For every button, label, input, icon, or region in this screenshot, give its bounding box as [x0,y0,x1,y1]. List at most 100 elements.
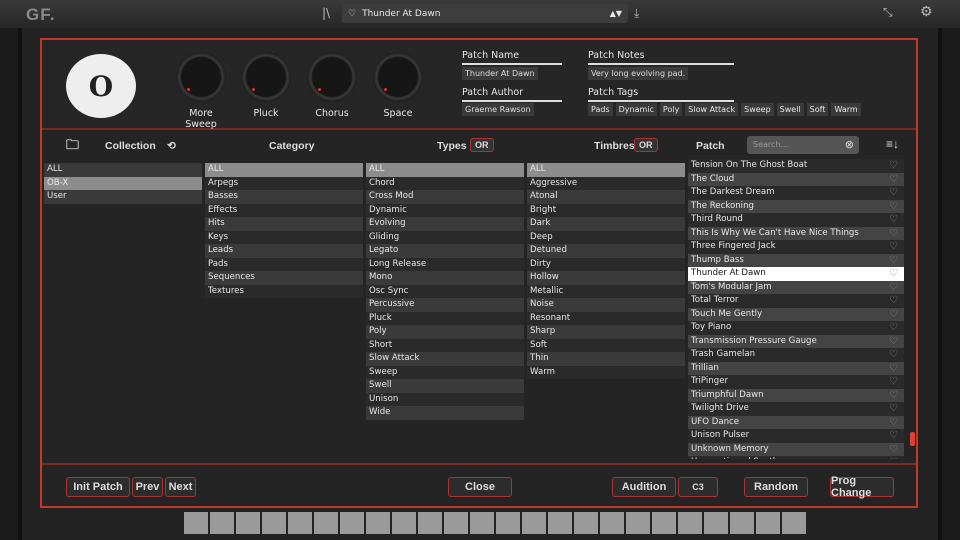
types-item[interactable]: Short [366,338,524,352]
keyboard-key[interactable] [392,512,416,534]
prev-next-arrows-icon[interactable]: ▲▼ [610,9,622,18]
library-icon[interactable]: |\ [322,6,330,20]
timbres-item[interactable]: Resonant [527,311,685,325]
heart-icon[interactable]: ♡ [348,9,356,19]
types-item[interactable]: Gliding [366,230,524,244]
patch-item[interactable]: Toy Piano ♡ [688,321,904,335]
category-item[interactable]: Textures [205,284,363,298]
timbres-item[interactable]: Dark [527,217,685,231]
favorite-heart-icon[interactable]: ♡ [889,402,898,416]
keyboard-key[interactable] [652,512,676,534]
keyboard-key[interactable] [184,512,208,534]
patch-tag[interactable]: Pads [588,103,613,116]
timbres-item[interactable]: Atonal [527,190,685,204]
patch-item[interactable]: Trash Gamelan ♡ [688,348,904,362]
keyboard-key[interactable] [600,512,624,534]
types-item[interactable]: Chord [366,176,524,190]
patch-item[interactable]: Tension On The Ghost Boat ♡ [688,159,904,173]
favorite-heart-icon[interactable]: ♡ [889,254,898,268]
keyboard-key[interactable] [340,512,364,534]
favorite-heart-icon[interactable]: ♡ [889,389,898,403]
category-item[interactable]: ALL [205,163,363,177]
favorite-heart-icon[interactable]: ♡ [889,227,898,241]
knob-more-sweep[interactable]: More Sweep [174,52,228,130]
timbres-item[interactable]: Warm [527,365,685,379]
category-item[interactable]: Basses [205,190,363,204]
keyboard-key[interactable] [444,512,468,534]
gear-icon[interactable]: ⚙ [920,4,933,20]
patch-item[interactable]: The Darkest Dream ♡ [688,186,904,200]
favorite-heart-icon[interactable]: ♡ [889,186,898,200]
timbres-item[interactable]: Detuned [527,244,685,258]
patch-item[interactable]: Total Terror ♡ [688,294,904,308]
favorite-heart-icon[interactable]: ♡ [889,348,898,362]
keyboard-key[interactable] [522,512,546,534]
patch-tag[interactable]: Swell [776,103,804,116]
random-button[interactable]: Random [744,477,808,497]
category-item[interactable]: Arpegs [205,176,363,190]
types-item[interactable]: Dynamic [366,203,524,217]
next-button[interactable]: Next [165,477,196,497]
types-item[interactable]: Cross Mod [366,190,524,204]
category-item[interactable]: Hits [205,217,363,231]
types-item[interactable]: Pluck [366,311,524,325]
category-item[interactable]: Leads [205,244,363,258]
patch-item[interactable]: Trillian ♡ [688,361,904,375]
collection-item[interactable]: ALL [44,163,202,177]
patch-item[interactable]: Thunder At Dawn ♡ [688,267,904,281]
patch-item[interactable]: The Cloud ♡ [688,172,904,186]
favorite-heart-icon[interactable]: ♡ [889,281,898,295]
types-item[interactable]: Percussive [366,298,524,312]
patch-tag[interactable]: Sweep [741,103,774,116]
knob-chorus[interactable]: Chorus [305,52,359,119]
types-item[interactable]: Sweep [366,365,524,379]
keyboard-key[interactable] [782,512,806,534]
favorite-heart-icon[interactable]: ♡ [889,294,898,308]
favorite-heart-icon[interactable]: ♡ [889,213,898,227]
prog-change-button[interactable]: Prog Change [830,475,894,499]
timbres-item[interactable]: Sharp [527,325,685,339]
favorite-heart-icon[interactable]: ♡ [889,267,898,281]
favorite-heart-icon[interactable]: ♡ [889,429,898,443]
timbres-item[interactable]: Metallic [527,284,685,298]
search-input[interactable]: Search... ⊗ [747,136,859,154]
audition-note-field[interactable]: C3 [678,477,718,497]
timbres-item[interactable]: Soft [527,338,685,352]
patch-item[interactable]: Unison Pulser ♡ [688,429,904,443]
knob-pluck[interactable]: Pluck [239,52,293,119]
types-item[interactable]: Osc Sync [366,284,524,298]
close-button[interactable]: Close [448,477,512,497]
keyboard-key[interactable] [548,512,572,534]
keyboard-key[interactable] [236,512,260,534]
patch-author-field[interactable]: Graeme Rawson [462,103,534,116]
preset-selector[interactable]: ♡ Thunder At Dawn ▲▼ [342,4,628,23]
audition-button[interactable]: Audition [612,477,676,497]
category-item[interactable]: Keys [205,230,363,244]
timbres-item[interactable]: Hollow [527,271,685,285]
patch-tag[interactable]: Soft [806,103,829,116]
refresh-icon[interactable]: ⟲ [167,140,176,152]
patch-item[interactable]: Three Fingered Jack ♡ [688,240,904,254]
types-item[interactable]: Swell [366,379,524,393]
types-item[interactable]: ALL [366,163,524,177]
favorite-heart-icon[interactable]: ♡ [889,240,898,254]
favorite-heart-icon[interactable]: ♡ [889,375,898,389]
folder-icon[interactable]: 🗀 [66,136,79,158]
patch-name-field[interactable]: Thunder At Dawn [462,67,538,80]
keyboard-key[interactable] [730,512,754,534]
clear-search-icon[interactable]: ⊗ [845,138,854,151]
patch-item[interactable]: Thump Bass ♡ [688,253,904,268]
timbres-item[interactable]: Dirty [527,257,685,271]
collection-item[interactable]: OB-X [44,176,202,190]
keyboard-key[interactable] [418,512,442,534]
patch-item[interactable]: Triumphful Dawn ♡ [688,388,904,403]
patch-item[interactable]: Unknown Memory ♡ [688,442,904,456]
keyboard-key[interactable] [496,512,520,534]
favorite-heart-icon[interactable]: ♡ [889,456,898,459]
patch-item[interactable]: TriPinger ♡ [688,375,904,389]
patch-item[interactable]: Third Round ♡ [688,213,904,227]
timbres-or-toggle[interactable]: OR [634,138,658,152]
category-item[interactable]: Sequences [205,271,363,285]
types-item[interactable]: Poly [366,325,524,339]
types-item[interactable]: Long Release [366,257,524,271]
